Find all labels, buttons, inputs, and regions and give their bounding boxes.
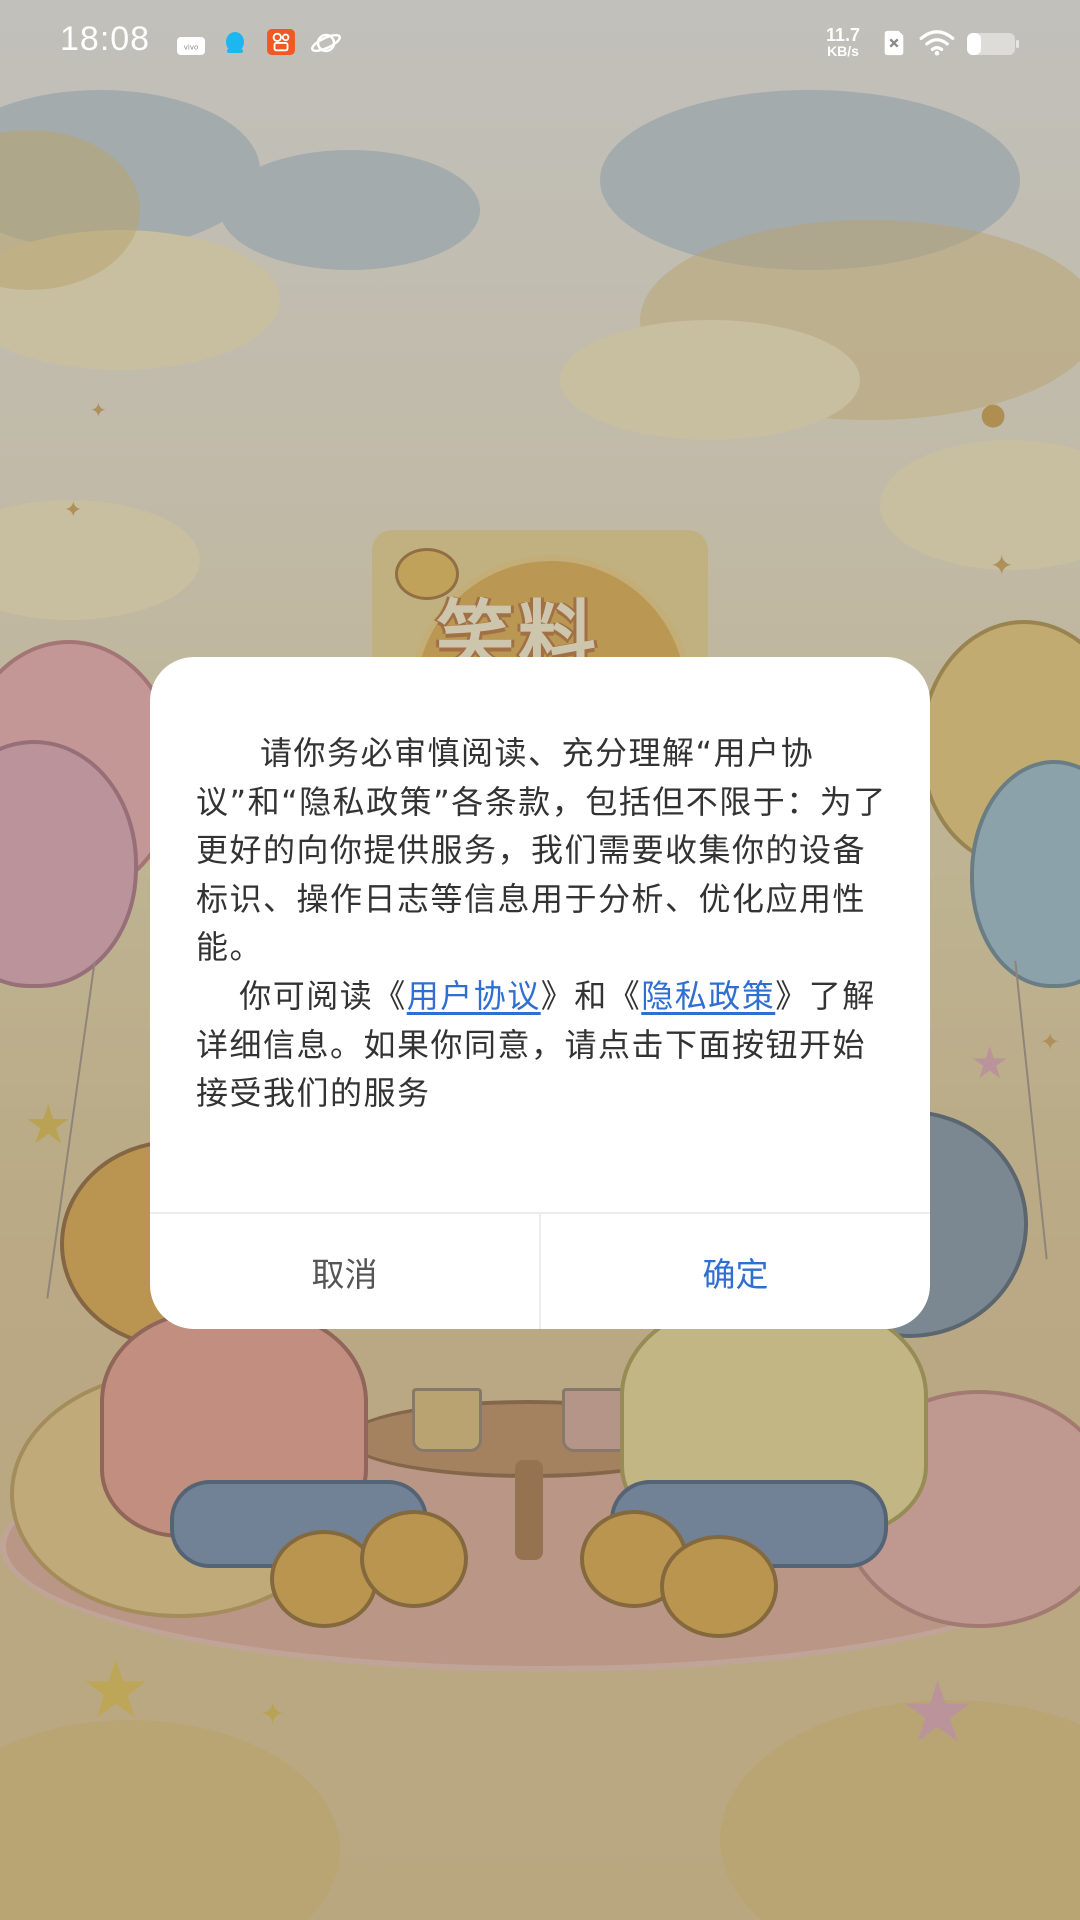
network-speed: 11.7 KB/s [826, 26, 860, 58]
sim-off-icon [884, 30, 904, 56]
dialog-body: 请你务必审慎阅读、充分理解“用户协议”和“隐私政策”各条款，包括但不限于：为了更… [196, 729, 896, 1118]
dialog-text: 你可阅读《 [239, 976, 407, 1015]
dialog-paragraph-links: 你可阅读《用户协议》和《隐私政策》了解详细信息。如果你同意，请点击下面按钮开始接… [196, 972, 896, 1118]
privacy-dialog: 请你务必审慎阅读、充分理解“用户协议”和“隐私政策”各条款，包括但不限于：为了更… [150, 657, 930, 1329]
screen: 笑料 ✦ ✦ ✦ ★ ★ ★ ★ ✦ ✦ ● 18:08 vivo 11.7 K… [0, 0, 1080, 1920]
saturn-icon [310, 33, 342, 53]
user-agreement-link[interactable]: 用户协议 [407, 977, 541, 1015]
dialog-text: 》和《 [540, 976, 642, 1015]
battery-icon [967, 33, 1019, 55]
svg-text:vivo: vivo [184, 44, 199, 52]
dialog-paragraph-intro: 请你务必审慎阅读、充分理解“用户协议”和“隐私政策”各条款，包括但不限于：为了更… [196, 734, 887, 967]
network-speed-value: 11.7 [826, 25, 861, 45]
cancel-button[interactable]: 取消 [150, 1214, 539, 1329]
network-speed-unit: KB/s [827, 43, 859, 59]
wifi-icon [919, 30, 955, 56]
kuaishou-icon [267, 29, 295, 55]
qq-icon [226, 32, 244, 53]
vivo-icon: vivo [177, 37, 205, 55]
privacy-policy-link[interactable]: 隐私政策 [641, 977, 775, 1015]
status-time: 18:08 [60, 20, 151, 58]
status-bar: 18:08 vivo 11.7 KB/s [0, 0, 1080, 86]
confirm-button[interactable]: 确定 [541, 1214, 930, 1329]
